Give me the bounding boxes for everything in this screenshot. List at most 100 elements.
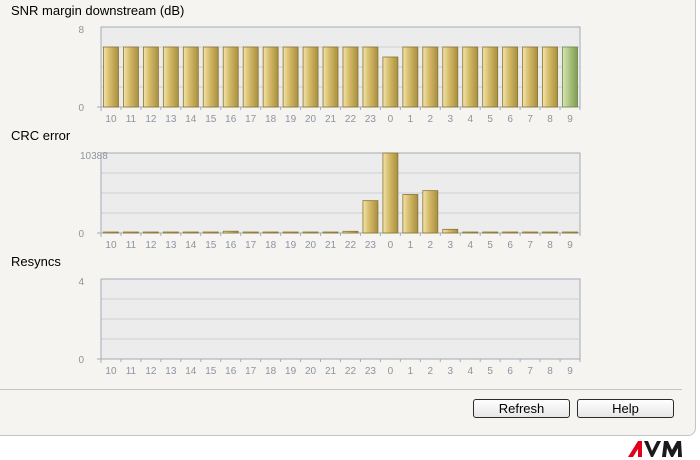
- crc-chart-title: CRC error: [11, 128, 71, 143]
- x-tick-label: 18: [265, 366, 277, 377]
- x-tick-label: 3: [447, 366, 453, 377]
- x-tick-label: 19: [285, 114, 297, 125]
- bar: [322, 231, 339, 234]
- bar: [162, 46, 179, 108]
- x-tick-label: 11: [126, 366, 137, 377]
- avm-logo-mark: [644, 441, 661, 457]
- bar: [282, 231, 299, 234]
- x-tick-label: 1: [408, 366, 414, 377]
- resyncs-chart: 0410 11 12 13 14 15 16 17 18 19 20 21 22 23 0 1 2 3 4 5 6 7 8 9: [78, 277, 581, 377]
- y-tick-label: 4: [78, 277, 84, 288]
- bar: [202, 46, 219, 108]
- x-tick-label: 9: [567, 114, 573, 125]
- x-tick-label: 19: [285, 366, 297, 377]
- x-tick-label: 10: [105, 114, 117, 125]
- x-tick-label: 2: [428, 114, 434, 125]
- x-tick-label: 3: [447, 114, 453, 125]
- bar: [262, 231, 279, 234]
- x-tick-label: 23: [365, 240, 377, 251]
- bar: [282, 46, 299, 108]
- x-tick-label: 13: [165, 240, 177, 251]
- bar: [422, 190, 439, 234]
- x-tick-label: 23: [365, 366, 377, 377]
- bar: [562, 46, 578, 108]
- x-tick-label: 8: [547, 240, 553, 251]
- x-tick-label: 15: [205, 366, 217, 377]
- bar: [402, 194, 419, 234]
- divider: [0, 389, 682, 390]
- x-tick-label: 7: [527, 366, 533, 377]
- bar: [422, 46, 439, 108]
- bar: [103, 46, 119, 108]
- bar: [342, 46, 359, 108]
- x-tick-label: 21: [325, 240, 337, 251]
- bar: [202, 231, 219, 234]
- x-tick-label: 10: [105, 240, 117, 251]
- x-tick-label: 8: [547, 366, 553, 377]
- resyncs-chart-title: Resyncs: [11, 254, 61, 269]
- bar: [123, 46, 139, 108]
- x-tick-label: 22: [345, 114, 357, 125]
- x-tick-label: 19: [285, 240, 297, 251]
- bar: [482, 231, 499, 234]
- x-tick-label: 1: [408, 240, 414, 251]
- bar: [222, 46, 239, 108]
- bar: [522, 231, 539, 234]
- x-tick-label: 21: [325, 114, 337, 125]
- bar: [522, 46, 539, 108]
- y-tick-label: 0: [78, 103, 84, 114]
- help-button[interactable]: Help: [577, 399, 674, 418]
- x-tick-label: 14: [185, 114, 197, 125]
- refresh-button[interactable]: Refresh: [473, 399, 570, 418]
- x-tick-label: 20: [305, 114, 317, 125]
- bar: [442, 46, 459, 108]
- x-tick-label: 13: [165, 114, 177, 125]
- snr-chart-title: SNR margin downstream (dB): [11, 3, 185, 18]
- bar: [342, 230, 359, 234]
- bar: [502, 231, 519, 234]
- bar: [462, 46, 479, 108]
- bar: [502, 46, 519, 108]
- x-tick-label: 6: [507, 240, 513, 251]
- x-tick-label: 11: [126, 240, 137, 251]
- content-panel: SNR margin downstream (dB) 0 8 10 11 12 13 14 1…: [0, 0, 696, 436]
- bar: [242, 46, 259, 108]
- x-tick-label: 3: [447, 240, 453, 251]
- bar: [302, 231, 319, 234]
- bar: [362, 46, 379, 108]
- y-tick-label: 10388: [80, 151, 108, 162]
- x-tick-label: 17: [245, 366, 257, 377]
- bar: [562, 231, 578, 234]
- x-tick-label: 16: [225, 240, 237, 251]
- x-tick-label: 7: [527, 240, 533, 251]
- x-tick-label: 15: [205, 240, 217, 251]
- y-tick-label: 0: [78, 355, 84, 366]
- bar: [462, 231, 479, 234]
- x-tick-label: 4: [467, 240, 473, 251]
- x-tick-label: 13: [165, 366, 177, 377]
- x-tick-label: 9: [567, 366, 573, 377]
- x-tick-label: 17: [245, 114, 257, 125]
- x-tick-label: 16: [225, 366, 237, 377]
- bar: [382, 152, 399, 234]
- bar: [482, 46, 499, 108]
- x-tick-label: 20: [305, 240, 317, 251]
- bar: [262, 46, 279, 108]
- bar: [182, 231, 199, 234]
- bar: [542, 231, 558, 234]
- snr-margin-chart: 0810 11 12 13 14 15 16 17 18 19 20 21 22 23 0 1 2 3 4 5 6 7 8 9: [78, 25, 581, 125]
- bar: [142, 46, 159, 108]
- bar: [442, 228, 459, 234]
- x-tick-label: 16: [225, 114, 237, 125]
- x-tick-label: 18: [265, 240, 277, 251]
- bar: [162, 231, 179, 234]
- x-tick-label: 8: [547, 114, 553, 125]
- x-tick-label: 6: [507, 366, 513, 377]
- avm-logo-mark: [662, 441, 682, 457]
- x-tick-label: 2: [428, 366, 434, 377]
- x-tick-label: 7: [527, 114, 533, 125]
- bar: [322, 46, 339, 108]
- x-tick-label: 22: [345, 366, 357, 377]
- x-tick-label: 15: [205, 114, 217, 125]
- y-tick-label: 8: [78, 25, 84, 36]
